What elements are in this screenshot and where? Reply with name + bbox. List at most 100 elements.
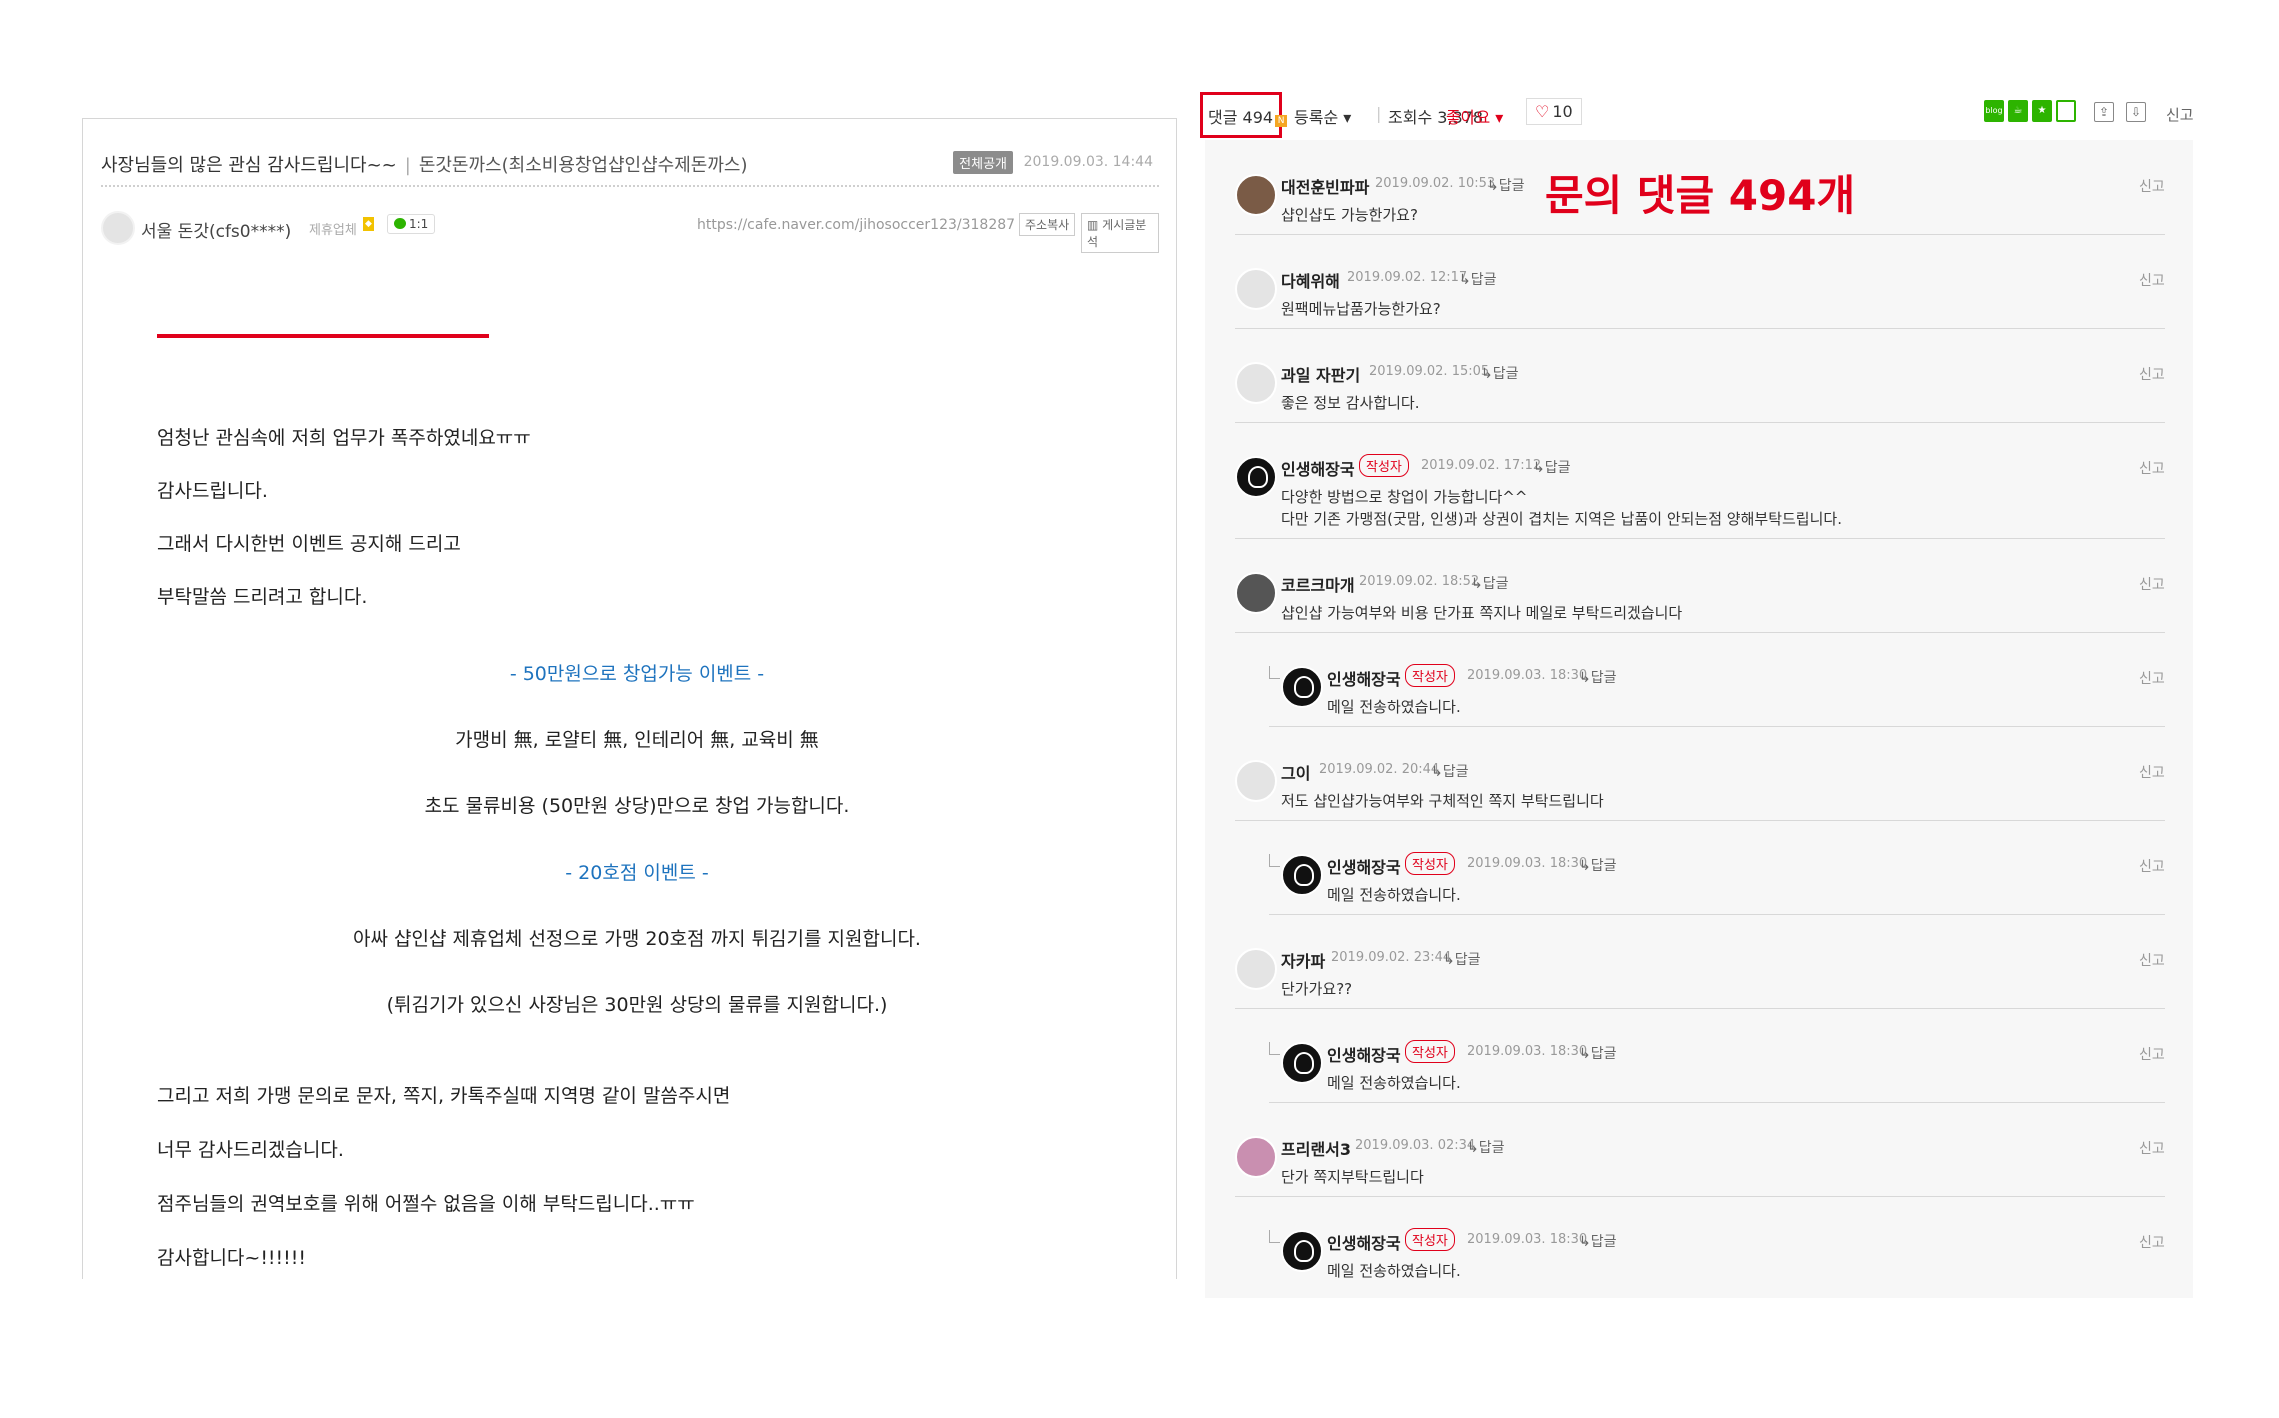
reply-button[interactable]: ↳답글 bbox=[1431, 761, 1469, 781]
highlight-underline bbox=[157, 334, 489, 338]
comment-report[interactable]: 신고 bbox=[2139, 668, 2165, 688]
reply-button[interactable]: ↳답글 bbox=[1487, 175, 1525, 195]
commenter-name[interactable]: 인생해장국 bbox=[1327, 1042, 1401, 1066]
commenter-name[interactable]: 인생해장국 bbox=[1327, 1230, 1401, 1254]
download-icon[interactable]: ⇩ bbox=[2126, 102, 2146, 122]
report-link[interactable]: 신고 bbox=[2166, 104, 2194, 125]
comment-report[interactable]: 신고 bbox=[2139, 950, 2165, 970]
comment-text: 메일 전송하였습니다. bbox=[1327, 1074, 1461, 1092]
like-button[interactable]: ♡ 10 bbox=[1526, 98, 1582, 125]
commenter-avatar[interactable] bbox=[1235, 268, 1277, 310]
commenter-name[interactable]: 대전훈빈파파 bbox=[1281, 174, 1369, 198]
visibility-badge: 전체공개 bbox=[953, 151, 1013, 174]
comment-date: 2019.09.02. 10:53 bbox=[1375, 176, 1496, 191]
reply-button[interactable]: ↳답글 bbox=[1579, 667, 1617, 687]
share-icon[interactable]: ⇪ bbox=[2094, 102, 2114, 122]
comment-text: 메일 전송하였습니다. bbox=[1327, 698, 1461, 716]
post-category-link[interactable]: 돈갓돈까스(최소비용창업샵인샵수제돈까스) bbox=[419, 155, 748, 176]
reply-button[interactable]: ↳답글 bbox=[1533, 457, 1571, 477]
comment-text: 단가가요?? bbox=[1281, 980, 1353, 998]
commenter-name[interactable]: 자카파 bbox=[1281, 948, 1325, 972]
grade-icon: ◆ bbox=[363, 217, 374, 231]
comment-date: 2019.09.02. 20:44 bbox=[1319, 762, 1440, 777]
comment-report[interactable]: 신고 bbox=[2139, 364, 2165, 384]
commenter-avatar[interactable] bbox=[1281, 1042, 1323, 1084]
commenter-name[interactable]: 프리랜서3 bbox=[1281, 1136, 1351, 1160]
comment-report[interactable]: 신고 bbox=[2139, 574, 2165, 594]
commenter-name[interactable]: 코르크마개 bbox=[1281, 572, 1355, 596]
comment-date: 2019.09.02. 23:44 bbox=[1331, 950, 1452, 965]
sort-dropdown[interactable]: 등록순 ▾ bbox=[1294, 104, 1351, 128]
memo-share-icon[interactable] bbox=[2056, 100, 2076, 122]
comment-report[interactable]: 신고 bbox=[2139, 1138, 2165, 1158]
reply-button[interactable]: ↳답글 bbox=[1579, 1043, 1617, 1063]
comment-count-label: 댓글 494 bbox=[1208, 108, 1274, 127]
comment-report[interactable]: 신고 bbox=[2139, 1232, 2165, 1252]
comment-report[interactable]: 신고 bbox=[2139, 270, 2165, 290]
cafe-share-icon[interactable]: ☕ bbox=[2008, 100, 2028, 122]
chat-button[interactable]: 1:1 bbox=[387, 214, 436, 234]
commenter-avatar[interactable] bbox=[1235, 760, 1277, 802]
commenter-avatar[interactable] bbox=[1235, 1136, 1277, 1178]
blog-share-icon[interactable]: blog bbox=[1984, 100, 2004, 122]
commenter-name[interactable]: 인생해장국 bbox=[1281, 456, 1355, 480]
comment-report[interactable]: 신고 bbox=[2139, 762, 2165, 782]
reply-button[interactable]: ↳답글 bbox=[1467, 1137, 1505, 1157]
post-analysis-button[interactable]: ▥ 게시글분석 bbox=[1081, 213, 1159, 253]
body-line: 엄청난 관심속에 저희 업무가 폭주하였네요ㅠㅠ bbox=[157, 427, 531, 449]
commenter-avatar[interactable] bbox=[1281, 854, 1323, 896]
heart-icon: ♡ bbox=[1535, 102, 1550, 121]
comment-text: 샵인샵 가능여부와 비용 단가표 쪽지나 메일로 부탁드리겠습니다 bbox=[1281, 604, 1683, 622]
comment-date: 2019.09.02. 18:52 bbox=[1359, 574, 1480, 589]
comment-item: 그이 2019.09.02. 20:44 ↳답글 저도 샵인샵가능여부와 구체적… bbox=[1235, 726, 2165, 821]
commenter-name[interactable]: 인생해장국 bbox=[1327, 854, 1401, 878]
author-avatar[interactable] bbox=[101, 211, 135, 245]
reply-button[interactable]: ↳답글 bbox=[1471, 573, 1509, 593]
comment-date: 2019.09.02. 17:12 bbox=[1421, 458, 1542, 473]
commenter-name[interactable]: 그이 bbox=[1281, 760, 1310, 784]
body-line: (튀김기가 있으신 사장님은 30만원 상당의 물류를 지원합니다.) bbox=[386, 994, 888, 1016]
commenter-name[interactable]: 인생해장국 bbox=[1327, 666, 1401, 690]
copy-url-button[interactable]: 주소복사 bbox=[1019, 213, 1076, 236]
comment-text: 좋은 정보 감사합니다. bbox=[1281, 394, 1420, 412]
commenter-avatar[interactable] bbox=[1235, 456, 1277, 498]
comment-date: 2019.09.02. 15:05 bbox=[1369, 364, 1490, 379]
comment-item: 자카파 2019.09.02. 23:44 ↳답글 단가가요?? 신고 bbox=[1235, 914, 2165, 1009]
event-heading: - 20호점 이벤트 - bbox=[565, 862, 709, 884]
commenter-name[interactable]: 과일 자판기 bbox=[1281, 362, 1360, 386]
star-share-icon[interactable]: ★ bbox=[2032, 100, 2052, 122]
comment-item: 프리랜서3 2019.09.03. 02:34 ↳답글 단가 쪽지부탁드립니다 … bbox=[1235, 1102, 2165, 1197]
comment-date: 2019.09.03. 02:34 bbox=[1355, 1138, 1476, 1153]
post-panel: 사장님들의 많은 관심 감사드립니다~~ | 돈갓돈까스(최소비용창업샵인샵수제돈까… bbox=[82, 118, 1177, 1279]
comment-text-line2: 다만 기존 가맹점(굿맘, 인생)과 상권이 겹치는 지역은 납품이 안되는점 … bbox=[1281, 510, 1842, 528]
reply-item: 인생해장국 작성자 2019.09.03. 18:30 ↳답글 메일 전송하였습… bbox=[1269, 1196, 2165, 1290]
reply-button[interactable]: ↳답글 bbox=[1579, 855, 1617, 875]
commenter-name[interactable]: 다혜위해 bbox=[1281, 268, 1340, 292]
comment-count[interactable]: 댓글 494 N bbox=[1208, 104, 1288, 128]
author-tag: 작성자 bbox=[1405, 664, 1455, 687]
post-header: 사장님들의 많은 관심 감사드립니다~~ | 돈갓돈까스(최소비용창업샵인샵수제돈까… bbox=[101, 149, 1159, 187]
commenter-avatar[interactable] bbox=[1235, 572, 1277, 614]
author-name[interactable]: 서울 돈갓(cfs0****) bbox=[141, 217, 291, 242]
like-dropdown[interactable]: 좋아요 ▾ bbox=[1446, 104, 1503, 128]
comment-report[interactable]: 신고 bbox=[2139, 458, 2165, 478]
chat-bubble-icon bbox=[394, 218, 406, 229]
reply-button[interactable]: ↳답글 bbox=[1443, 949, 1481, 969]
comment-report[interactable]: 신고 bbox=[2139, 856, 2165, 876]
comment-report[interactable]: 신고 bbox=[2139, 176, 2165, 196]
comment-date: 2019.09.03. 18:30 bbox=[1467, 668, 1588, 683]
commenter-avatar[interactable] bbox=[1235, 362, 1277, 404]
commenter-avatar[interactable] bbox=[1281, 1230, 1323, 1272]
comment-item: 과일 자판기 2019.09.02. 15:05 ↳답글 좋은 정보 감사합니다… bbox=[1235, 328, 2165, 423]
commenter-avatar[interactable] bbox=[1281, 666, 1323, 708]
commenter-avatar[interactable] bbox=[1235, 948, 1277, 990]
comment-text: 샵인샵도 가능한가요? bbox=[1281, 206, 1418, 224]
body-line: 너무 감사드리겠습니다. bbox=[157, 1139, 344, 1161]
reply-button[interactable]: ↳답글 bbox=[1459, 269, 1497, 289]
comment-text: 메일 전송하였습니다. bbox=[1327, 886, 1461, 904]
commenter-avatar[interactable] bbox=[1235, 174, 1277, 216]
reply-button[interactable]: ↳답글 bbox=[1579, 1231, 1617, 1251]
comment-report[interactable]: 신고 bbox=[2139, 1044, 2165, 1064]
author-grade: 제휴업체 bbox=[309, 223, 357, 238]
reply-button[interactable]: ↳답글 bbox=[1481, 363, 1519, 383]
